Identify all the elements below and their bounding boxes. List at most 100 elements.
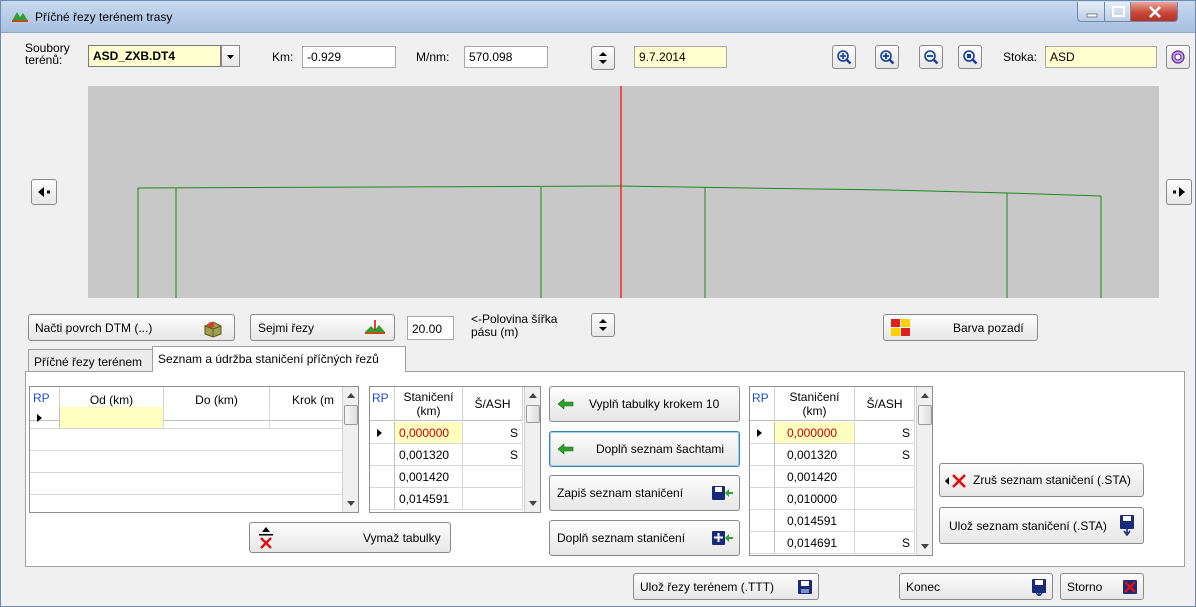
minimize-button[interactable] — [1077, 2, 1105, 22]
scroll-down-icon — [529, 501, 537, 506]
zoom-out-button[interactable] — [919, 45, 943, 69]
title-bar[interactable]: Příčné řezy terénem trasy — [1, 1, 1195, 33]
mnm-input[interactable]: 570.098 — [464, 46, 548, 68]
cancel-station-list-label: Zruš seznam staničení (.STA) — [973, 473, 1131, 487]
save-exit-icon — [1032, 579, 1046, 596]
close-window-button[interactable] — [1130, 2, 1178, 22]
station-grid-left[interactable]: RP Staničení (km) Š/ASH 0,000000 S 0,001… — [369, 386, 541, 513]
load-dtm-button[interactable]: Načti povrch DTM (...) — [28, 314, 235, 341]
background-color-button[interactable]: Barva pozadí — [883, 314, 1038, 341]
save-station-list-button[interactable]: Ulož seznam staničení (.STA) — [939, 507, 1144, 544]
floppy-icon — [798, 580, 812, 594]
grid3-cell-km[interactable]: 0,014591 — [775, 510, 855, 532]
grid2-scrollbar[interactable] — [524, 387, 540, 512]
save-disk-icon — [1120, 515, 1134, 536]
grid1-scrollbar[interactable] — [342, 387, 358, 512]
grid3-scroll-thumb[interactable] — [918, 405, 932, 425]
grid2-scroll-thumb[interactable] — [526, 405, 540, 423]
grid2-cell-km[interactable]: 0,014591 — [395, 488, 463, 510]
grid3-cell-sash[interactable]: S — [855, 444, 915, 466]
fill-step-button[interactable]: Vyplň tabulky krokem 10 — [549, 386, 740, 422]
grid3-scrollbar[interactable] — [916, 387, 932, 555]
grid3-cell-km[interactable]: 0,014691 — [775, 532, 855, 554]
zoom-extents-button[interactable] — [958, 45, 982, 69]
grid3-cell-km[interactable]: 0,001420 — [775, 466, 855, 488]
take-sections-button[interactable]: Sejmi řezy — [250, 314, 395, 341]
save-sections-button[interactable]: Ulož řezy terénem (.TTT) — [633, 573, 819, 600]
half-width-stepper[interactable] — [591, 313, 615, 337]
grid3-header-sash: Š/ASH — [855, 387, 915, 421]
next-section-button[interactable] — [1166, 179, 1192, 205]
clear-table-icon — [259, 527, 273, 549]
save-station-list-label: Ulož seznam staničení (.STA) — [949, 518, 1107, 533]
grid1-cell-krok[interactable] — [270, 407, 343, 429]
zoom-window-icon — [837, 50, 852, 65]
cancel-station-list-button[interactable]: Zruš seznam staničení (.STA) — [939, 463, 1144, 497]
grid2-cell-sash[interactable]: S — [463, 422, 523, 444]
grid3-cell-km[interactable]: 0,010000 — [775, 488, 855, 510]
station-grid-right[interactable]: RP Staničení (km) Š/ASH 0,000000 S 0,001… — [749, 386, 933, 556]
grid3-cell-sash[interactable]: S — [855, 532, 915, 554]
km-label: Km: — [272, 50, 294, 64]
fill-step-label: Vyplň tabulky krokem 10 — [589, 397, 720, 411]
scroll-down-icon — [921, 544, 929, 549]
grid1-scroll-thumb[interactable] — [344, 405, 358, 425]
zoom-in-button[interactable] — [875, 45, 899, 69]
terrain-file-dropdown[interactable] — [221, 45, 240, 67]
zoom-window-button[interactable] — [832, 45, 856, 69]
grid2-cell-sash[interactable]: S — [463, 444, 523, 466]
close-icon — [1149, 6, 1161, 18]
append-list-label: Doplň seznam staničení — [557, 531, 686, 545]
zoom-out-icon — [924, 50, 939, 65]
grid3-cell-sash[interactable] — [855, 466, 915, 488]
interval-grid[interactable]: RP Od (km) Do (km) Krok (m — [29, 386, 359, 513]
grid3-cell-sash[interactable] — [855, 488, 915, 510]
write-list-label: Zapiš seznam staničení — [557, 486, 684, 500]
grid2-cell-km[interactable]: 0,001420 — [395, 466, 463, 488]
grid2-cell-sash[interactable] — [463, 488, 523, 510]
end-label: Konec — [906, 579, 941, 594]
tab-cross-sections[interactable]: Příčné řezy terénem — [28, 349, 153, 372]
files-label: Soubory terénů: — [25, 41, 70, 67]
zoom-extents-icon — [963, 50, 978, 65]
storno-button[interactable]: Storno — [1060, 573, 1144, 600]
cancel-icon — [1123, 580, 1137, 594]
maximize-button[interactable] — [1104, 2, 1131, 22]
pipe-icon — [1171, 50, 1185, 64]
terrain-file-select[interactable]: ASD_ZXB.DT4 — [88, 45, 221, 67]
zoom-in-icon — [880, 50, 895, 65]
grid3-cell-sash[interactable] — [855, 510, 915, 532]
grid2-cell-sash[interactable] — [463, 466, 523, 488]
grid3-cell-km[interactable]: 0,001320 — [775, 444, 855, 466]
scroll-up-icon — [529, 393, 537, 398]
km-input[interactable]: -0.929 — [302, 46, 396, 68]
storno-label: Storno — [1067, 579, 1103, 594]
up-down-button[interactable] — [591, 46, 615, 70]
grid2-row-indicator — [370, 466, 395, 488]
scroll-up-icon — [347, 393, 355, 398]
grid1-cell-do[interactable] — [164, 407, 270, 429]
append-list-button[interactable]: Doplň seznam staničení — [549, 520, 740, 556]
clear-tables-button[interactable]: Vymaž tabulky — [249, 522, 451, 553]
half-width-input[interactable]: 20.00 — [407, 316, 454, 340]
stoka-label: Stoka: — [1003, 50, 1038, 64]
chevron-down-icon — [227, 55, 234, 59]
maximize-icon — [1112, 6, 1125, 17]
previous-section-button[interactable] — [31, 179, 57, 205]
write-list-button[interactable]: Zapiš seznam staničení — [549, 475, 740, 511]
terrain-profile-canvas[interactable] — [88, 86, 1159, 298]
grid2-cell-km[interactable]: 0,001320 — [395, 444, 463, 466]
end-button[interactable]: Konec — [899, 573, 1053, 600]
grid2-cell-km[interactable]: 0,000000 — [395, 422, 463, 444]
window-title: Příčné řezy terénem trasy — [35, 10, 173, 24]
grid3-row-indicator — [750, 488, 775, 510]
add-shafts-button[interactable]: Doplň seznam šachtami — [549, 431, 740, 467]
terrain-surface-line — [137, 185, 1102, 197]
grid3-cell-km[interactable]: 0,000000 — [775, 422, 855, 444]
grid3-cell-sash[interactable]: S — [855, 422, 915, 444]
scroll-up-icon — [921, 393, 929, 398]
grid2-row-indicator — [370, 422, 395, 444]
grid1-cell-od[interactable] — [60, 407, 164, 429]
tab-station-list[interactable]: Seznam a údržba staničení příčných řezů — [152, 346, 406, 372]
pipe-view-button[interactable] — [1166, 45, 1190, 69]
